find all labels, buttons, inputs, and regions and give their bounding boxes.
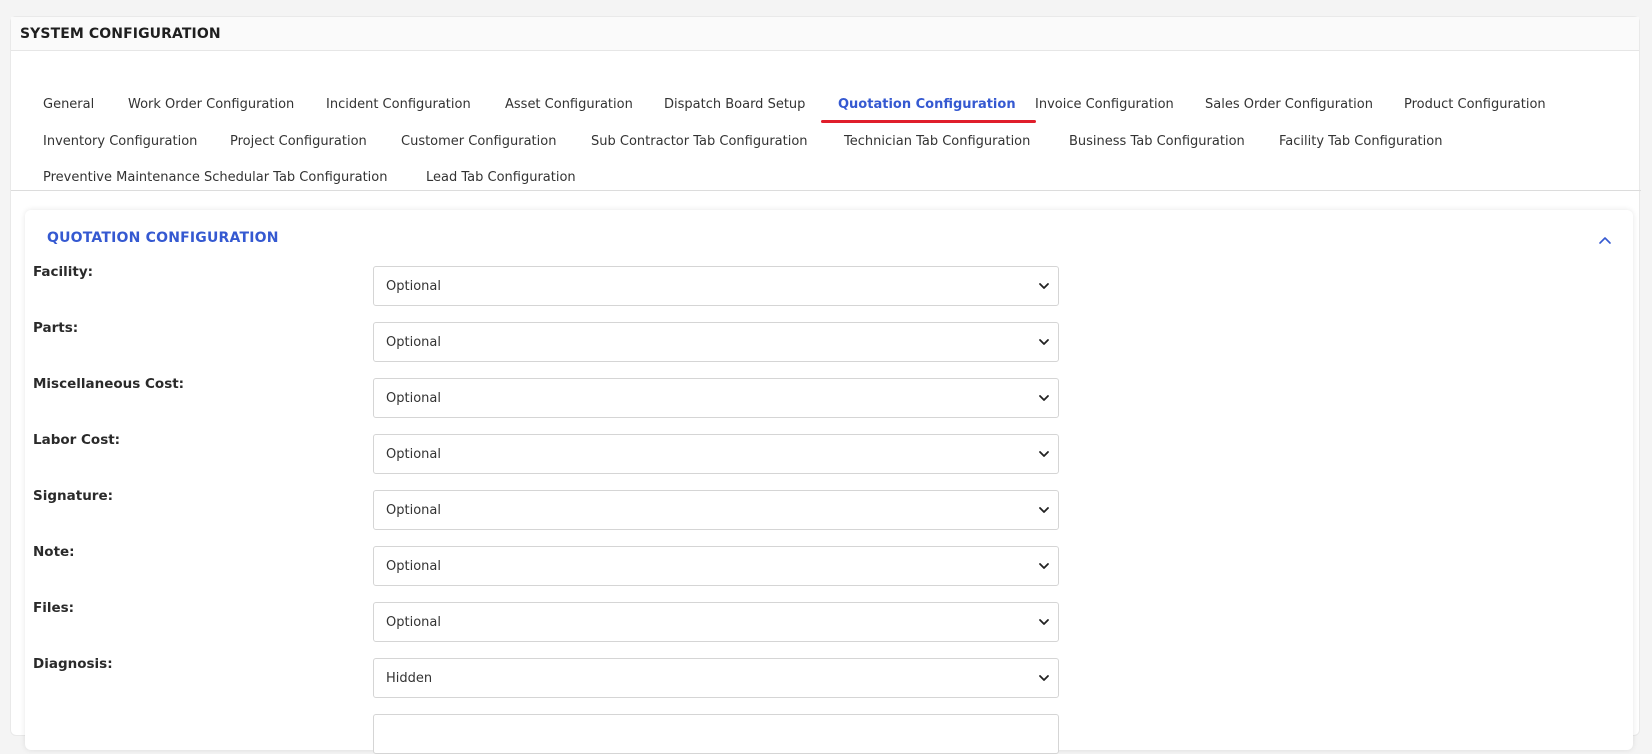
field-label: Diagnosis:: [33, 656, 113, 672]
tab-sub-contractor-tab-configuration[interactable]: Sub Contractor Tab Configuration: [591, 133, 808, 151]
chevron-down-icon: [1039, 563, 1049, 569]
select-value: Optional: [386, 502, 441, 518]
labor-cost-select[interactable]: Optional: [373, 434, 1059, 474]
field-row-diagnosis: Diagnosis: Hidden: [25, 656, 1633, 698]
tab-project-configuration[interactable]: Project Configuration: [230, 133, 367, 151]
tab-sales-order-configuration[interactable]: Sales Order Configuration: [1205, 96, 1373, 114]
field-label: Labor Cost:: [33, 432, 121, 448]
config-tab-bar: General Work Order Configuration Inciden…: [11, 51, 1641, 191]
select-value: Optional: [386, 390, 441, 406]
field-row-next: [25, 712, 1633, 754]
field-row-facility: Facility: Optional: [25, 264, 1633, 306]
field-label: Signature:: [33, 488, 114, 504]
chevron-down-icon: [1039, 395, 1049, 401]
chevron-down-icon: [1039, 675, 1049, 681]
field-row-note: Note: Optional: [25, 544, 1633, 586]
select-value: Optional: [386, 558, 441, 574]
field-label: Facility:: [33, 264, 94, 280]
field-label: Parts:: [33, 320, 79, 336]
tab-product-configuration[interactable]: Product Configuration: [1404, 96, 1546, 114]
next-field-select[interactable]: [373, 714, 1059, 754]
field-row-signature: Signature: Optional: [25, 488, 1633, 530]
tab-asset-configuration[interactable]: Asset Configuration: [505, 96, 633, 114]
section-title: QUOTATION CONFIGURATION: [47, 230, 279, 246]
tab-preventive-maintenance-schedular-tab-configuration[interactable]: Preventive Maintenance Schedular Tab Con…: [43, 169, 387, 187]
page-title: SYSTEM CONFIGURATION: [20, 25, 221, 42]
select-value: Optional: [386, 614, 441, 630]
select-value: Optional: [386, 278, 441, 294]
page-header: SYSTEM CONFIGURATION: [11, 17, 1639, 51]
chevron-up-icon[interactable]: [1597, 232, 1613, 248]
parts-select[interactable]: Optional: [373, 322, 1059, 362]
field-row-files: Files: Optional: [25, 600, 1633, 642]
tab-general[interactable]: General: [43, 96, 94, 114]
tab-quotation-configuration[interactable]: Quotation Configuration: [838, 96, 1016, 114]
files-select[interactable]: Optional: [373, 602, 1059, 642]
field-label: Miscellaneous Cost:: [33, 376, 185, 392]
note-select[interactable]: Optional: [373, 546, 1059, 586]
chevron-down-icon: [1039, 283, 1049, 289]
tab-incident-configuration[interactable]: Incident Configuration: [326, 96, 471, 114]
select-value: Hidden: [386, 670, 433, 686]
quotation-configuration-card: QUOTATION CONFIGURATION Facility: Option…: [25, 210, 1633, 754]
tab-customer-configuration[interactable]: Customer Configuration: [401, 133, 556, 151]
select-value: Optional: [386, 446, 441, 462]
tab-inventory-configuration[interactable]: Inventory Configuration: [43, 133, 197, 151]
active-tab-indicator: [821, 120, 1036, 123]
tab-work-order-configuration[interactable]: Work Order Configuration: [128, 96, 294, 114]
chevron-down-icon: [1039, 339, 1049, 345]
chevron-down-icon: [1039, 507, 1049, 513]
tab-invoice-configuration[interactable]: Invoice Configuration: [1035, 96, 1174, 114]
system-configuration-panel: SYSTEM CONFIGURATION General Work Order …: [10, 16, 1641, 754]
tab-business-tab-configuration[interactable]: Business Tab Configuration: [1069, 133, 1245, 151]
tab-dispatch-board-setup[interactable]: Dispatch Board Setup: [664, 96, 805, 114]
facility-select[interactable]: Optional: [373, 266, 1059, 306]
tab-technician-tab-configuration[interactable]: Technician Tab Configuration: [844, 133, 1030, 151]
diagnosis-select[interactable]: Hidden: [373, 658, 1059, 698]
miscellaneous-cost-select[interactable]: Optional: [373, 378, 1059, 418]
chevron-down-icon: [1039, 451, 1049, 457]
tab-facility-tab-configuration[interactable]: Facility Tab Configuration: [1279, 133, 1442, 151]
field-row-parts: Parts: Optional: [25, 320, 1633, 362]
chevron-down-icon: [1039, 619, 1049, 625]
tab-lead-tab-configuration[interactable]: Lead Tab Configuration: [426, 169, 576, 187]
field-row-labor-cost: Labor Cost: Optional: [25, 432, 1633, 474]
select-value: Optional: [386, 334, 441, 350]
signature-select[interactable]: Optional: [373, 490, 1059, 530]
field-label: Files:: [33, 600, 75, 616]
field-label: Note:: [33, 544, 75, 560]
field-row-miscellaneous-cost: Miscellaneous Cost: Optional: [25, 376, 1633, 418]
